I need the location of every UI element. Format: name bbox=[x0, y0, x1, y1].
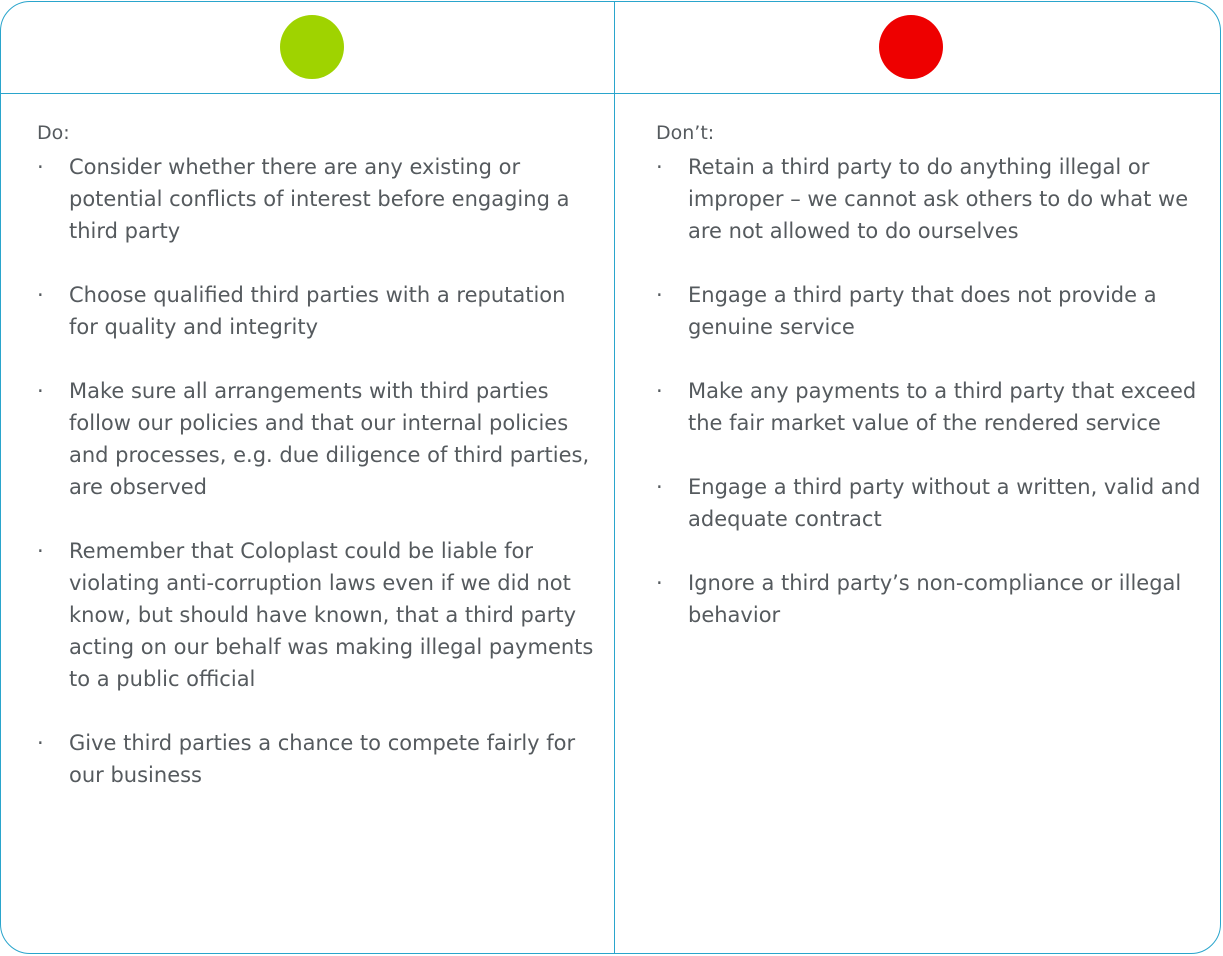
list-item: · Ignore a third party’s non-compliance o… bbox=[656, 567, 1206, 631]
list-item: · Make sure all arrangements with third p… bbox=[37, 375, 597, 503]
list-item-text: Make sure all arrangements with third pa… bbox=[69, 379, 590, 499]
list-item: · Choose qualified third parties with a r… bbox=[37, 279, 597, 343]
header-divider bbox=[1, 93, 1220, 94]
list-item: · Retain a third party to do anything ill… bbox=[656, 151, 1206, 247]
do-dont-table: Do: · Consider whether there are any exis… bbox=[0, 1, 1221, 954]
dont-column: Don’t: · Retain a third party to do anyth… bbox=[656, 119, 1206, 663]
list-item-text: Engage a third party without a written, … bbox=[688, 475, 1201, 531]
list-item-text: Consider whether there are any existing … bbox=[69, 155, 570, 243]
list-item: · Engage a third party without a written,… bbox=[656, 471, 1206, 535]
list-item-text: Retain a third party to do anything ille… bbox=[688, 155, 1189, 243]
bullet-icon: · bbox=[37, 283, 44, 307]
list-item: · Remember that Coloplast could be liable… bbox=[37, 535, 597, 695]
bullet-icon: · bbox=[37, 539, 44, 563]
list-item-text: Ignore a third party’s non-compliance or… bbox=[688, 571, 1182, 627]
do-heading: Do: bbox=[37, 122, 70, 144]
bullet-icon: · bbox=[656, 155, 663, 179]
bullet-icon: · bbox=[37, 379, 44, 403]
list-item-text: Engage a third party that does not provi… bbox=[688, 283, 1157, 339]
dont-list: · Retain a third party to do anything ill… bbox=[656, 151, 1206, 631]
bullet-icon: · bbox=[37, 731, 44, 755]
do-column: Do: · Consider whether there are any exis… bbox=[37, 119, 597, 823]
list-item-text: Choose qualified third parties with a re… bbox=[69, 283, 566, 339]
bullet-icon: · bbox=[656, 283, 663, 307]
column-divider bbox=[614, 2, 615, 953]
dont-heading: Don’t: bbox=[656, 122, 715, 144]
list-item-text: Make any payments to a third party that … bbox=[688, 379, 1197, 435]
bullet-icon: · bbox=[37, 155, 44, 179]
green-circle-icon bbox=[280, 15, 344, 79]
red-circle-icon bbox=[879, 15, 943, 79]
list-item: · Give third parties a chance to compete … bbox=[37, 727, 597, 791]
do-list: · Consider whether there are any existing… bbox=[37, 151, 597, 791]
bullet-icon: · bbox=[656, 571, 663, 595]
bullet-icon: · bbox=[656, 475, 663, 499]
list-item-text: Give third parties a chance to compete f… bbox=[69, 731, 576, 787]
list-item: · Engage a third party that does not prov… bbox=[656, 279, 1206, 343]
bullet-icon: · bbox=[656, 379, 663, 403]
list-item: · Make any payments to a third party that… bbox=[656, 375, 1206, 439]
list-item-text: Remember that Coloplast could be liable … bbox=[69, 539, 594, 691]
list-item: · Consider whether there are any existing… bbox=[37, 151, 597, 247]
